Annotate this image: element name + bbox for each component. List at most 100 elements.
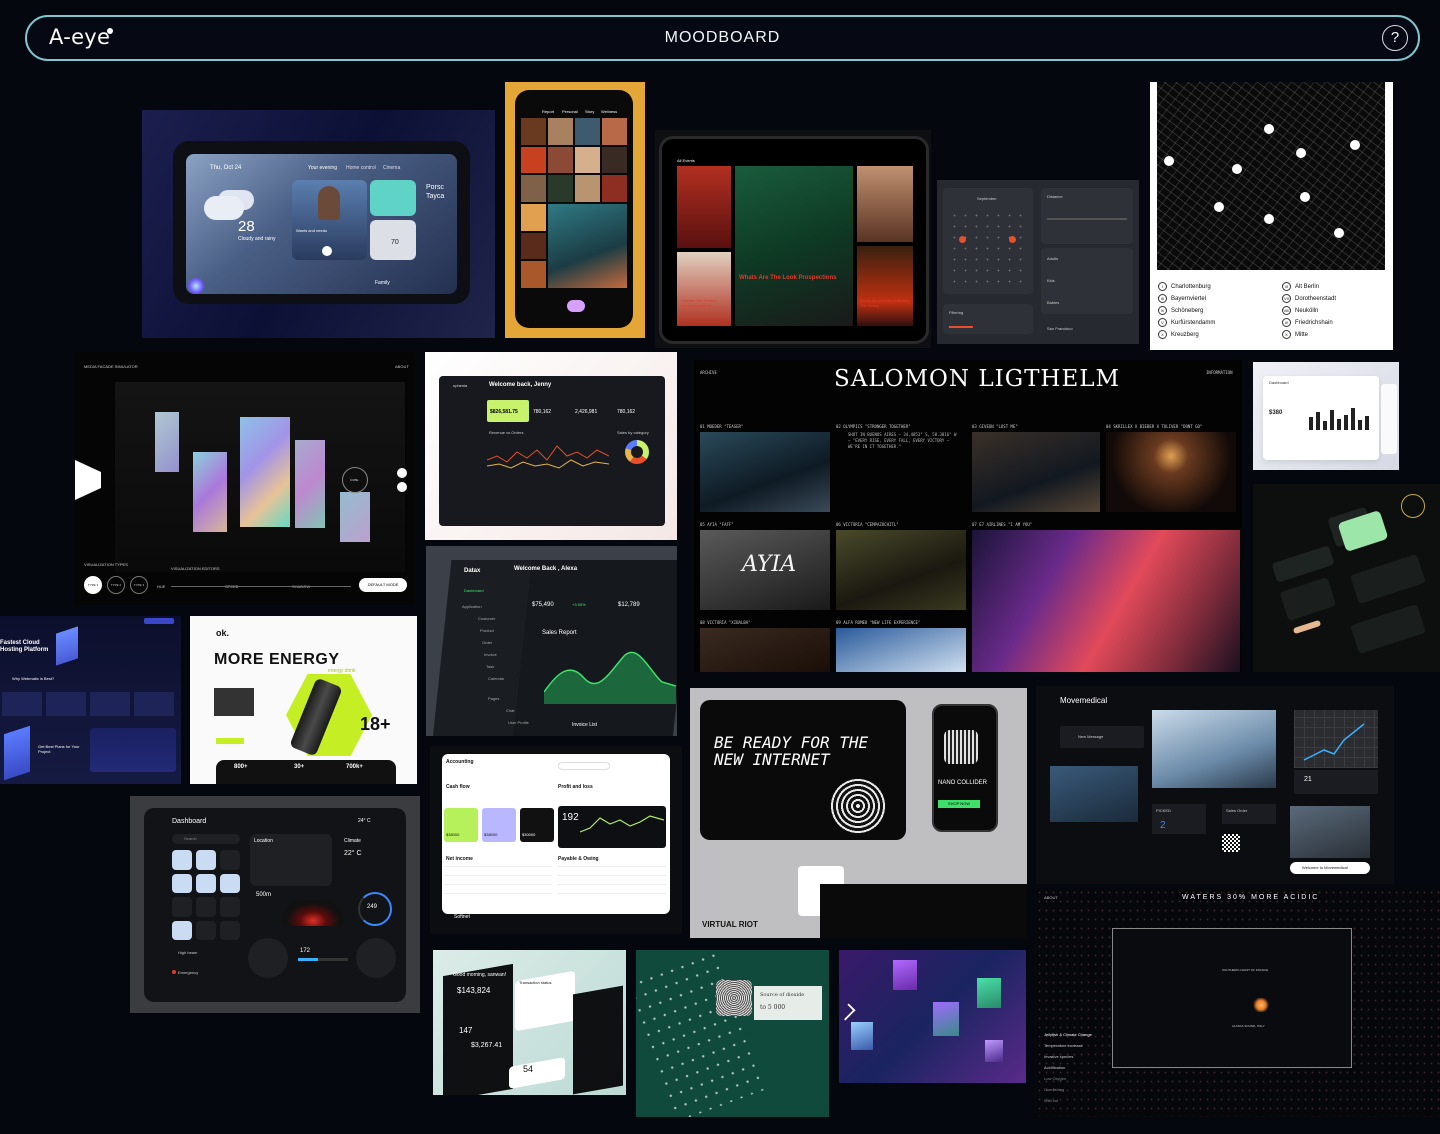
sidebar-item[interactable]: Chat (506, 708, 514, 713)
map-marker-icon[interactable] (1214, 202, 1224, 212)
phone-tab[interactable]: Personal (562, 109, 578, 114)
sidebar-item[interactable]: Pages (488, 696, 499, 701)
tile-booking-widget[interactable]: September Distance Adults Kids Babies Fi… (937, 180, 1139, 344)
map-marker-icon[interactable] (1164, 156, 1174, 166)
tile-cloud-hosting[interactable]: Fastest Cloud Hosting Platform Why Webma… (0, 616, 181, 784)
distance-slider[interactable] (1047, 218, 1127, 220)
work-title[interactable]: 07 E7 AIRLINES "I AM YOU" (972, 522, 1032, 527)
city-map[interactable] (1157, 82, 1385, 270)
portrait[interactable] (893, 960, 917, 990)
district-label[interactable]: Neukölln (1295, 308, 1318, 314)
work-title[interactable]: 06 VICTORIA "CEMPAZÚCHITL" (836, 522, 899, 527)
district-label[interactable]: Charlottenburg (1171, 284, 1211, 290)
tile-tablet-events[interactable]: All Events Whats Are The Look Prospectio… (655, 130, 931, 348)
tile-crypto-app[interactable]: Good morning, sanwan! $143,824 147 $3,26… (433, 950, 626, 1095)
sidebar-item[interactable]: User Profile (508, 720, 529, 725)
legend-item[interactable]: Temperature increase (1044, 1043, 1134, 1054)
event-card[interactable] (857, 246, 913, 326)
video-thumb[interactable] (700, 432, 830, 512)
device-tab[interactable]: Cinema (383, 165, 400, 171)
emergency-icon[interactable] (172, 970, 176, 974)
sidebar-item[interactable]: Task (486, 664, 494, 669)
facade-panel[interactable] (340, 492, 370, 542)
facade-panel[interactable] (193, 452, 227, 532)
map-marker-icon[interactable] (1300, 192, 1310, 202)
phone-tab[interactable]: Story (585, 109, 594, 114)
facade-panel[interactable] (295, 440, 325, 528)
play-icon[interactable] (322, 246, 332, 256)
portrait[interactable] (851, 1022, 873, 1050)
nav-button[interactable] (144, 618, 174, 624)
district-label[interactable]: Schöneberg (1171, 308, 1203, 314)
video-thumb[interactable] (972, 432, 1100, 512)
sidebar-item-dashboard[interactable]: Dashboard (464, 588, 484, 593)
brand-logo[interactable]: ok. (216, 628, 229, 638)
joystick-right[interactable] (356, 938, 396, 978)
map-marker-icon[interactable] (1264, 124, 1274, 134)
video-thumb[interactable] (836, 628, 966, 672)
hotspot-cluster[interactable] (1252, 998, 1270, 1012)
plan-cards[interactable] (90, 728, 176, 772)
help-button[interactable]: ? (1382, 25, 1408, 51)
sidebar-item[interactable]: Invoice (484, 652, 497, 657)
work-title[interactable]: 03 GIVEON "LOST ME" (972, 424, 1018, 429)
editor-slider[interactable] (171, 586, 351, 587)
control-grid[interactable] (172, 850, 240, 940)
zoom-in-icon[interactable] (397, 468, 407, 478)
device-tab[interactable]: Home control (346, 165, 376, 171)
ui-card[interactable] (1279, 577, 1337, 621)
brand-logo[interactable]: Movemedical (1060, 696, 1107, 705)
map-marker-icon[interactable] (1232, 164, 1242, 174)
map-marker-icon[interactable] (1334, 228, 1344, 238)
event-card-portrait[interactable] (735, 166, 853, 326)
work-title[interactable]: 02 OLYMPICS "STRONGER TOGETHER" (836, 424, 911, 429)
tile-dark-components[interactable] (1253, 484, 1440, 672)
legend-item[interactable]: Invasive species (1044, 1054, 1134, 1065)
video-thumb-featured[interactable] (972, 530, 1240, 672)
video-thumb[interactable] (1050, 766, 1138, 822)
district-label[interactable]: Kreuzberg (1171, 332, 1199, 338)
video-thumb[interactable] (700, 628, 830, 672)
tile-medical-dashboard[interactable]: Movemedical New Message 21 PICKED 2 Sale… (1036, 686, 1394, 884)
tile-phone-gallery[interactable]: Report Personal Story Wellness (505, 82, 645, 338)
portrait[interactable] (933, 1002, 959, 1036)
legend-item[interactable]: Jellyfish & Climate Change (1044, 1032, 1134, 1043)
type-button[interactable]: TYPE 3 (130, 576, 148, 594)
shop-button[interactable]: SHOP NOW (938, 800, 980, 808)
legend-item[interactable]: Wild cut (1044, 1098, 1134, 1109)
tile-berlin-map[interactable]: I Charlottenburg III Bayernviertel IV Schön… (1150, 82, 1393, 350)
sidebar-item[interactable]: Order (482, 640, 492, 645)
camera-card[interactable] (370, 180, 416, 216)
sidebar-item[interactable]: Customer (478, 616, 495, 621)
district-label[interactable]: Alt Berlin (1295, 284, 1319, 290)
tile-smart-display[interactable]: Thu, Oct 24 Your evening Home control Ci… (142, 110, 495, 338)
about-link[interactable]: ABOUT (1044, 895, 1058, 900)
shop-button[interactable] (216, 738, 244, 744)
tile-lake-map[interactable]: Source of dioxide to 5 000 (636, 950, 829, 1117)
white-card[interactable] (509, 1057, 565, 1089)
tile-waters-map[interactable]: ABOUT WATERS 30% MORE ACIDIC SOUTHERN CO… (1036, 888, 1440, 1117)
tile-analytics-light[interactable]: Dashboard $380 (1253, 362, 1399, 470)
facade-panel[interactable] (240, 417, 290, 527)
work-title[interactable]: 09 ALFA ROMEO "NEW LIFE EXPERIENCE" (836, 620, 920, 625)
phone-tab[interactable]: Wellness (601, 109, 617, 114)
event-card[interactable] (857, 166, 913, 242)
map-marker-icon[interactable] (1264, 214, 1274, 224)
tile-datax-dashboard[interactable]: Datax Welcome Back , Alexa Dashboard App… (426, 546, 677, 736)
work-title[interactable]: 05 AYIA "FAFF" (700, 522, 734, 527)
map-frame[interactable] (1112, 928, 1352, 1068)
sales-card[interactable] (1222, 804, 1276, 824)
tile-facade-simulator[interactable]: MEDIA FACADE SIMULATOR ABOUT CUBE VISUAL… (75, 352, 415, 605)
district-label[interactable]: Friedrichshain (1295, 320, 1333, 326)
district-label[interactable]: Mitte (1295, 332, 1308, 338)
joystick-left[interactable] (248, 938, 288, 978)
legend-item[interactable]: Low Oxygen (1044, 1076, 1134, 1087)
toggle-knob[interactable] (1401, 494, 1425, 518)
map-marker-icon[interactable] (1350, 140, 1360, 150)
video-thumb[interactable] (1106, 432, 1236, 512)
tile-purple-collage[interactable] (839, 950, 1026, 1083)
about-link[interactable]: ABOUT (395, 364, 409, 369)
video-call[interactable] (1152, 710, 1276, 788)
legend-item[interactable]: Overfishing (1044, 1087, 1134, 1098)
tile-energy-drink[interactable]: ok. MORE ENERGY energy drink 18+ 800+ 30… (190, 616, 417, 784)
